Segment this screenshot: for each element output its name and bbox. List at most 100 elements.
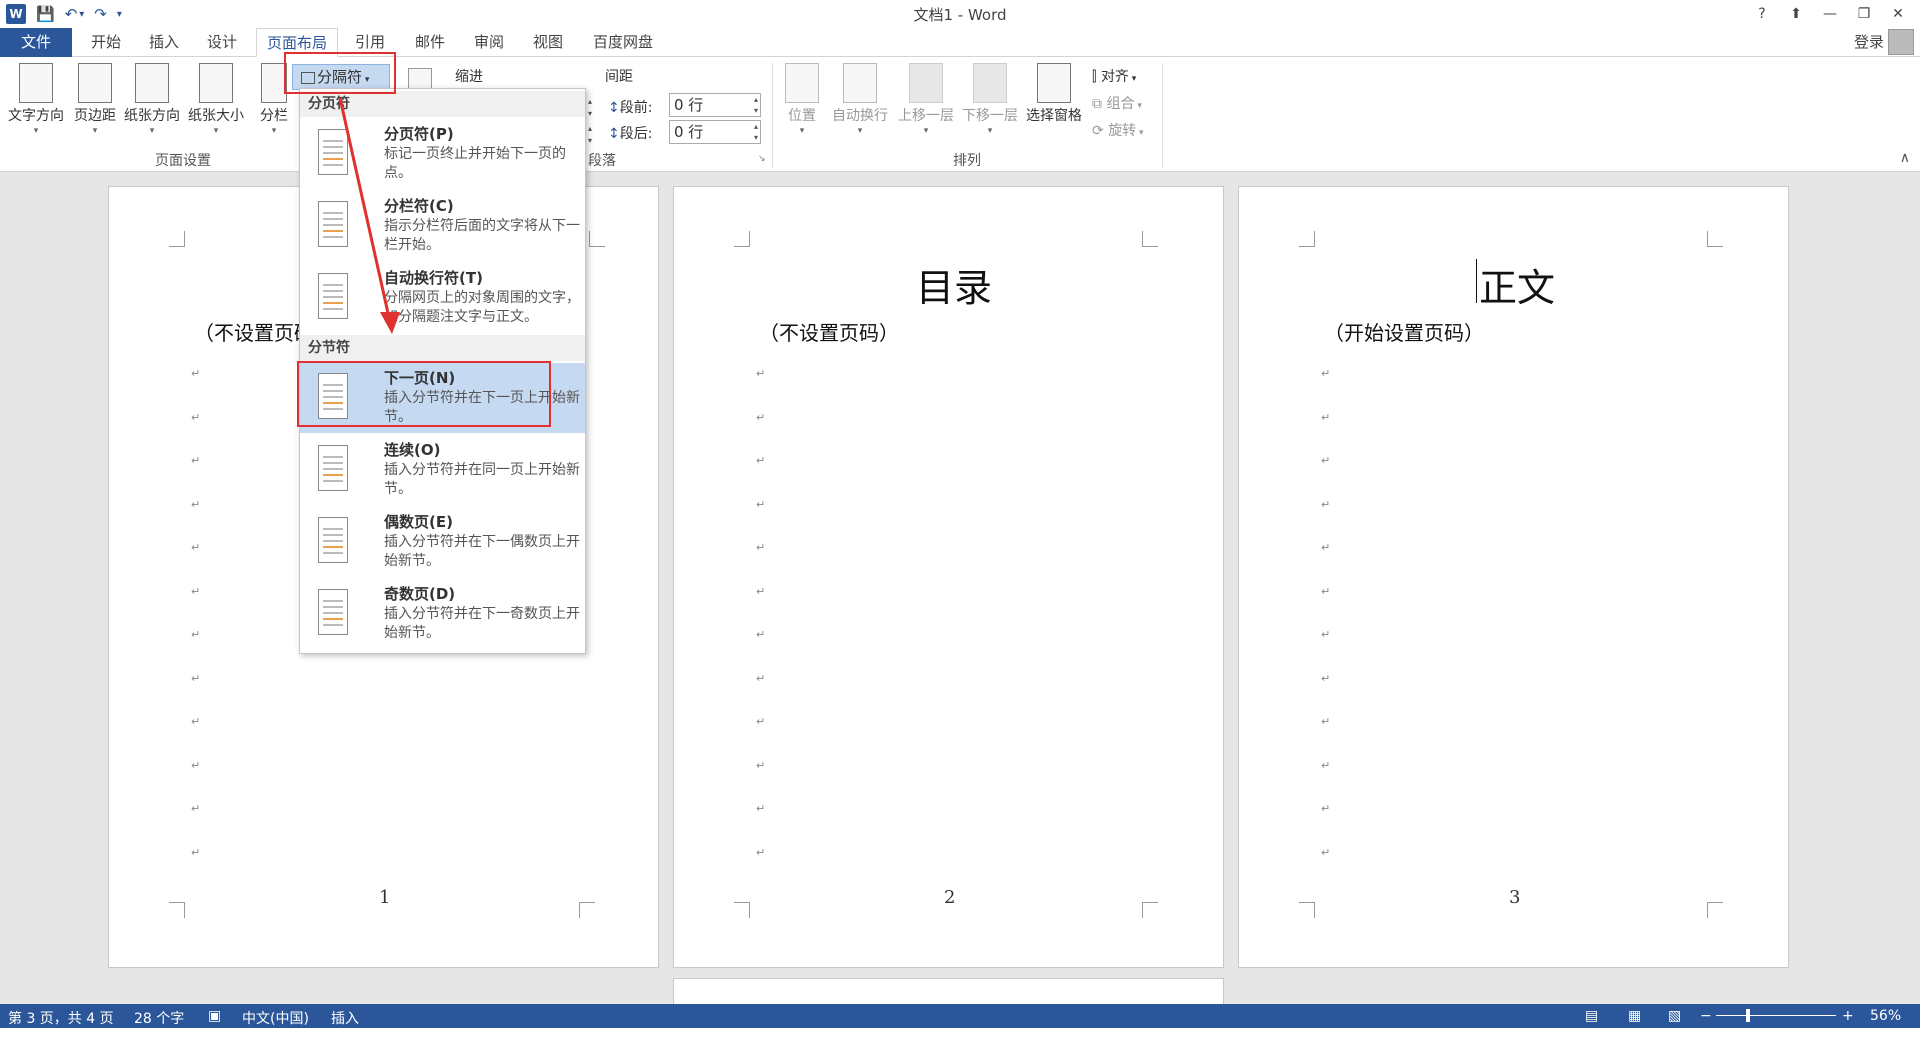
paragraph-mark: ↵ <box>1321 758 1331 772</box>
tab-file[interactable]: 文件 <box>0 28 72 57</box>
language-status[interactable]: 中文(中国) <box>242 1008 309 1028</box>
bring-forward-button[interactable]: 上移一层 ▾ <box>894 63 958 136</box>
page-number: 2 <box>944 887 956 908</box>
paragraph-mark: ↵ <box>756 541 766 554</box>
tab-insert[interactable]: 插入 <box>142 28 186 57</box>
tab-home[interactable]: 开始 <box>84 28 128 57</box>
text-direction-button[interactable]: 文字方向 ▾ <box>4 63 68 136</box>
paragraph-mark: ↵ <box>756 584 766 598</box>
paragraph-mark: ↵ <box>191 628 201 641</box>
columns-label: 分栏 <box>260 108 288 124</box>
indent-spinner-icon[interactable]: ▴ ▾ <box>588 96 596 120</box>
text-direction-icon <box>19 63 53 103</box>
text-direction-label: 文字方向 <box>8 108 64 124</box>
paragraph-mark: ↵ <box>191 497 201 511</box>
paragraph-mark: ↵ <box>191 715 201 728</box>
proofing-icon[interactable]: ▣ <box>208 1008 221 1024</box>
selection-pane-button[interactable]: 选择窗格 <box>1022 63 1086 125</box>
close-button[interactable]: ✕ <box>1884 2 1912 26</box>
menu-item-title: 奇数页(D) <box>384 585 456 603</box>
menu-item-continuous[interactable]: 连续(O) 插入分节符并在同一页上开始新节。 <box>300 435 585 505</box>
group-label: 组合 <box>1106 96 1135 112</box>
menu-item-desc: 分隔网页上的对象周围的文字，如分隔题注文字与正文。 <box>384 290 580 325</box>
restore-button[interactable]: ❐ <box>1850 2 1878 26</box>
print-layout-icon[interactable]: ▦ <box>1628 1008 1641 1024</box>
paragraph-mark: ↵ <box>1321 628 1331 641</box>
tab-baidu-netdisk[interactable]: 百度网盘 <box>588 28 658 57</box>
page-setup-group-label: 页面设置 <box>155 153 211 169</box>
indent-right-spinner-icon[interactable]: ▴ ▾ <box>588 123 596 147</box>
page-subtitle: （开始设置页码） <box>1324 321 1484 345</box>
bring-forward-label: 上移一层 <box>898 108 954 124</box>
send-backward-button[interactable]: 下移一层 ▾ <box>958 63 1022 136</box>
spacing-after-input[interactable]: 0 行 ▴ ▾ <box>669 120 761 144</box>
spacing-after-text: 段后: <box>619 126 653 142</box>
zoom-out-button[interactable]: − <box>1700 1008 1712 1024</box>
position-icon <box>785 63 819 103</box>
paragraph-dialog-launcher-icon[interactable]: ↘ <box>758 154 766 164</box>
page-count-status[interactable]: 第 3 页，共 4 页 <box>8 1008 114 1028</box>
collapse-ribbon-icon[interactable]: ∧ <box>1900 150 1910 166</box>
page-heading: 正文 <box>1479 266 1556 310</box>
crop-mark <box>1299 902 1315 918</box>
tab-mailings[interactable]: 邮件 <box>408 28 452 57</box>
tab-review[interactable]: 审阅 <box>467 28 511 57</box>
minimize-button[interactable]: — <box>1816 2 1844 26</box>
menu-item-title: 偶数页(E) <box>384 513 453 531</box>
window-title: 文档1 - Word <box>913 6 1007 24</box>
page-3: 正文 （开始设置页码） 3 ↵ ↵ ↵ ↵ ↵ ↵ ↵ ↵ ↵ ↵ ↵ ↵ <box>1238 186 1789 968</box>
help-button[interactable]: ? <box>1748 2 1776 26</box>
rotate-icon: ⟳ <box>1092 123 1104 139</box>
wrap-text-icon <box>843 63 877 103</box>
annotation-box-next-page <box>297 361 551 427</box>
paper-size-button[interactable]: 纸张大小 ▾ <box>184 63 248 136</box>
web-layout-icon[interactable]: ▧ <box>1668 1008 1681 1024</box>
wrap-text-button[interactable]: 自动换行 ▾ <box>828 63 892 136</box>
menu-item-desc: 指示分栏符后面的文字将从下一栏开始。 <box>384 218 580 253</box>
indent-label: 缩进 <box>455 69 483 85</box>
margins-icon <box>78 63 112 103</box>
read-mode-icon[interactable]: ▤ <box>1585 1008 1598 1024</box>
word-count-status[interactable]: 28 个字 <box>134 1008 184 1028</box>
rotate-button[interactable]: ⟳ 旋转 ▾ <box>1092 120 1144 140</box>
paper-size-label: 纸张大小 <box>188 108 244 124</box>
margins-label: 页边距 <box>74 108 116 124</box>
paragraph-mark: ↵ <box>191 802 201 815</box>
zoom-slider-thumb[interactable] <box>1746 1009 1750 1022</box>
paragraph-mark: ↵ <box>191 454 201 467</box>
zoom-level[interactable]: 56% <box>1870 1008 1901 1024</box>
margins-button[interactable]: 页边距 ▾ <box>70 63 120 136</box>
tab-design[interactable]: 设计 <box>200 28 244 57</box>
paper-size-icon <box>199 63 233 103</box>
spacing-before-value: 0 行 <box>674 96 704 114</box>
spacing-before-text: 段前: <box>619 100 653 116</box>
group-separator <box>1162 63 1163 168</box>
selection-pane-label: 选择窗格 <box>1026 108 1082 124</box>
paragraph-mark: ↵ <box>1321 715 1331 728</box>
orientation-button[interactable]: 纸张方向 ▾ <box>120 63 184 136</box>
bring-forward-icon <box>909 63 943 103</box>
zoom-slider[interactable] <box>1716 1015 1836 1016</box>
crop-mark <box>734 231 750 247</box>
page-number: 3 <box>1509 887 1521 908</box>
zoom-in-button[interactable]: + <box>1842 1008 1854 1024</box>
menu-item-even-page[interactable]: 偶数页(E) 插入分节符并在下一偶数页上开始新节。 <box>300 507 585 577</box>
spacing-before-label: ↕段前: <box>608 100 653 116</box>
align-icon: ⫿ <box>1092 69 1097 85</box>
avatar[interactable] <box>1888 29 1914 55</box>
menu-item-desc: 标记一页终止并开始下一页的点。 <box>384 146 566 181</box>
login-link[interactable]: 登录 <box>1854 31 1884 52</box>
menu-item-odd-page[interactable]: 奇数页(D) 插入分节符并在下一奇数页上开始新节。 <box>300 579 585 649</box>
menu-item-title: 连续(O) <box>384 441 441 459</box>
ribbon-display-options-button[interactable]: ⬆ <box>1782 2 1810 26</box>
position-button[interactable]: 位置 ▾ <box>780 63 824 136</box>
align-button[interactable]: ⫿ 对齐 ▾ <box>1092 66 1136 86</box>
spacing-before-input[interactable]: 0 行 ▴ ▾ <box>669 93 761 117</box>
group-button[interactable]: ⧉ 组合 ▾ <box>1092 93 1142 113</box>
paragraph-mark: ↵ <box>1321 367 1331 380</box>
paragraph-mark: ↵ <box>191 410 201 424</box>
tab-view[interactable]: 视图 <box>526 28 570 57</box>
paragraph-mark: ↵ <box>756 497 766 511</box>
crop-mark <box>169 902 185 918</box>
insert-mode-status[interactable]: 插入 <box>331 1008 359 1028</box>
